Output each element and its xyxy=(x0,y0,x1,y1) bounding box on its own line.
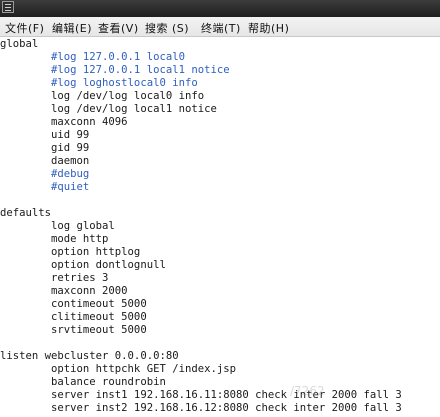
text-line: option httpchk GET /index.jsp xyxy=(0,363,236,375)
text-line: maxconn 4096 xyxy=(0,116,128,128)
menu-terminal[interactable]: 终端(T) xyxy=(201,20,241,36)
text-line: server inst1 192.168.16.11:8080 check in… xyxy=(0,389,402,401)
text-line: #log 127.0.0.1 local0 xyxy=(0,51,185,63)
menu-bar: 文件(F) 编辑(E) 查看(V) 搜索 (S) 终端(T) 帮助(H) xyxy=(0,17,440,37)
menu-edit[interactable]: 编辑(E) xyxy=(52,20,92,36)
text-line: gid 99 xyxy=(0,142,90,154)
text-line: option dontlognull xyxy=(0,259,166,271)
menu-file[interactable]: 文件(F) xyxy=(5,20,44,36)
text-line: mode http xyxy=(0,233,109,245)
text-line: log /dev/log local1 notice xyxy=(0,103,217,115)
text-line: log /dev/log local0 info xyxy=(0,90,205,102)
text-line: contimeout 5000 xyxy=(0,298,147,310)
text-line: retries 3 xyxy=(0,272,109,284)
text-line: srvtimeout 5000 xyxy=(0,324,147,336)
text-line: server inst2 192.168.16.12:8080 check in… xyxy=(0,402,402,414)
text-line: clitimeout 5000 xyxy=(0,311,147,323)
text-line: uid 99 xyxy=(0,129,90,141)
terminal-app-icon[interactable] xyxy=(2,1,14,13)
text-line: #quiet xyxy=(0,181,90,193)
text-line: daemon xyxy=(0,155,90,167)
text-line: maxconn 2000 xyxy=(0,285,128,297)
watermark: /7262 xyxy=(290,384,325,398)
text-line: listen webcluster 0.0.0.0:80 xyxy=(0,350,179,362)
text-line: #debug xyxy=(0,168,90,180)
terminal-window: 文件(F) 编辑(E) 查看(V) 搜索 (S) 终端(T) 帮助(H) glo… xyxy=(0,0,440,417)
text-line: option httplog xyxy=(0,246,141,258)
menu-view[interactable]: 查看(V) xyxy=(98,20,139,36)
text-line: balance roundrobin xyxy=(0,376,166,388)
menu-search[interactable]: 搜索 (S) xyxy=(145,20,189,36)
text-line: global xyxy=(0,38,39,50)
text-line: log global xyxy=(0,220,115,232)
terminal-text-area[interactable]: global #log 127.0.0.1 local0 #log 127.0.… xyxy=(0,37,440,417)
text-line: #log loghostlocal0 info xyxy=(0,77,198,89)
text-line: defaults xyxy=(0,207,52,219)
text-line: #log 127.0.0.1 local1 notice xyxy=(0,64,230,76)
menu-help[interactable]: 帮助(H) xyxy=(248,20,289,36)
title-bar xyxy=(0,0,440,18)
